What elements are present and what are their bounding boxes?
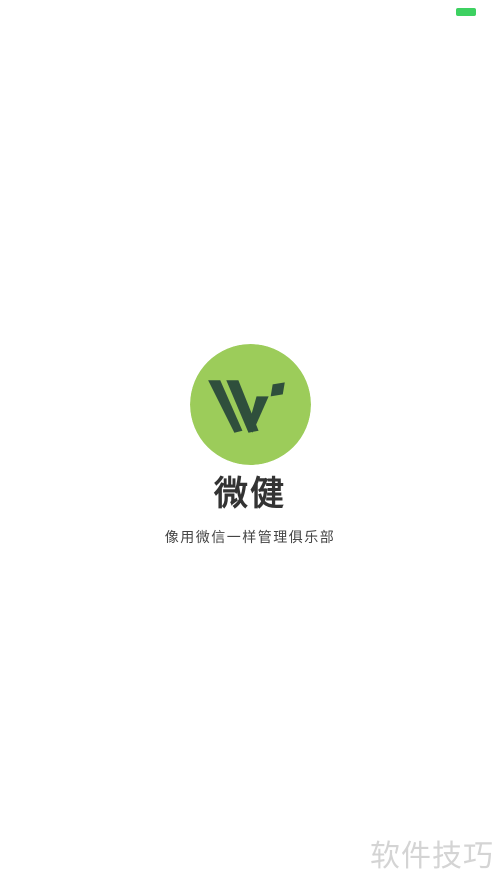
splash-screen: 微健 像用微信一样管理俱乐部	[0, 0, 500, 889]
app-logo-icon	[190, 344, 311, 465]
logo-circle	[190, 344, 311, 465]
app-name: 微健	[214, 474, 286, 514]
app-tagline: 像用微信一样管理俱乐部	[164, 530, 336, 546]
watermark-text: 软件技巧	[370, 839, 494, 874]
